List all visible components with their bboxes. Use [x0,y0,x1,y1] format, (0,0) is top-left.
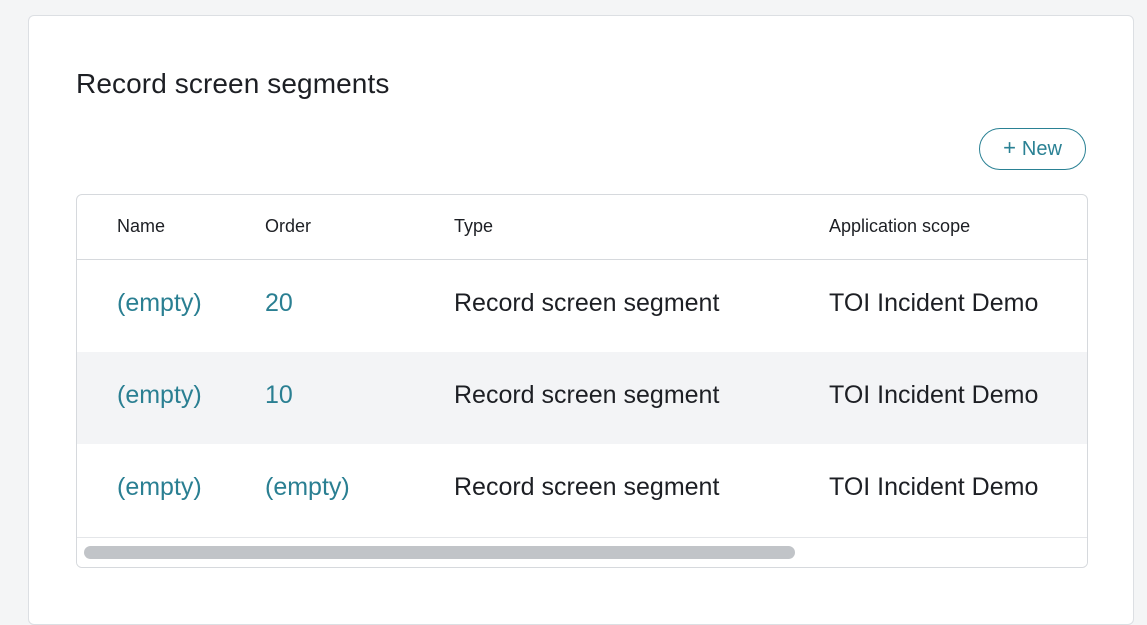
table-header: Name Order Type Application scope [77,195,1087,260]
record-screen-segments-panel: Record screen segments + New Name Order … [28,15,1134,625]
column-header-type[interactable]: Type [454,216,493,237]
table-row: (empty) 10 Record screen segment TOI Inc… [77,352,1087,444]
table-row: (empty) (empty) Record screen segment TO… [77,444,1087,536]
row-name-link[interactable]: (empty) [117,473,202,502]
table-row: (empty) 20 Record screen segment TOI Inc… [77,260,1087,352]
row-order-link[interactable]: (empty) [265,473,350,502]
row-type: Record screen segment [454,473,720,501]
column-header-name[interactable]: Name [117,216,165,237]
segments-table: Name Order Type Application scope (empty… [76,194,1088,568]
section-title: Record screen segments [76,68,390,99]
column-header-order[interactable]: Order [265,216,311,237]
row-application-scope: TOI Incident Demo [829,473,1039,501]
row-application-scope: TOI Incident Demo [829,381,1039,409]
plus-icon: + [1003,135,1016,160]
row-application-scope: TOI Incident Demo [829,289,1039,317]
new-button-label: New [1021,137,1062,160]
row-name-link[interactable]: (empty) [117,289,202,318]
scrollbar-thumb[interactable] [84,546,795,559]
column-header-application-scope[interactable]: Application scope [829,216,970,237]
horizontal-scrollbar[interactable] [77,537,1087,567]
new-button[interactable]: + New [979,128,1086,170]
row-order-link[interactable]: 20 [265,289,293,318]
row-type: Record screen segment [454,381,720,409]
row-name-link[interactable]: (empty) [117,381,202,410]
row-type: Record screen segment [454,289,720,317]
row-order-link[interactable]: 10 [265,381,293,410]
